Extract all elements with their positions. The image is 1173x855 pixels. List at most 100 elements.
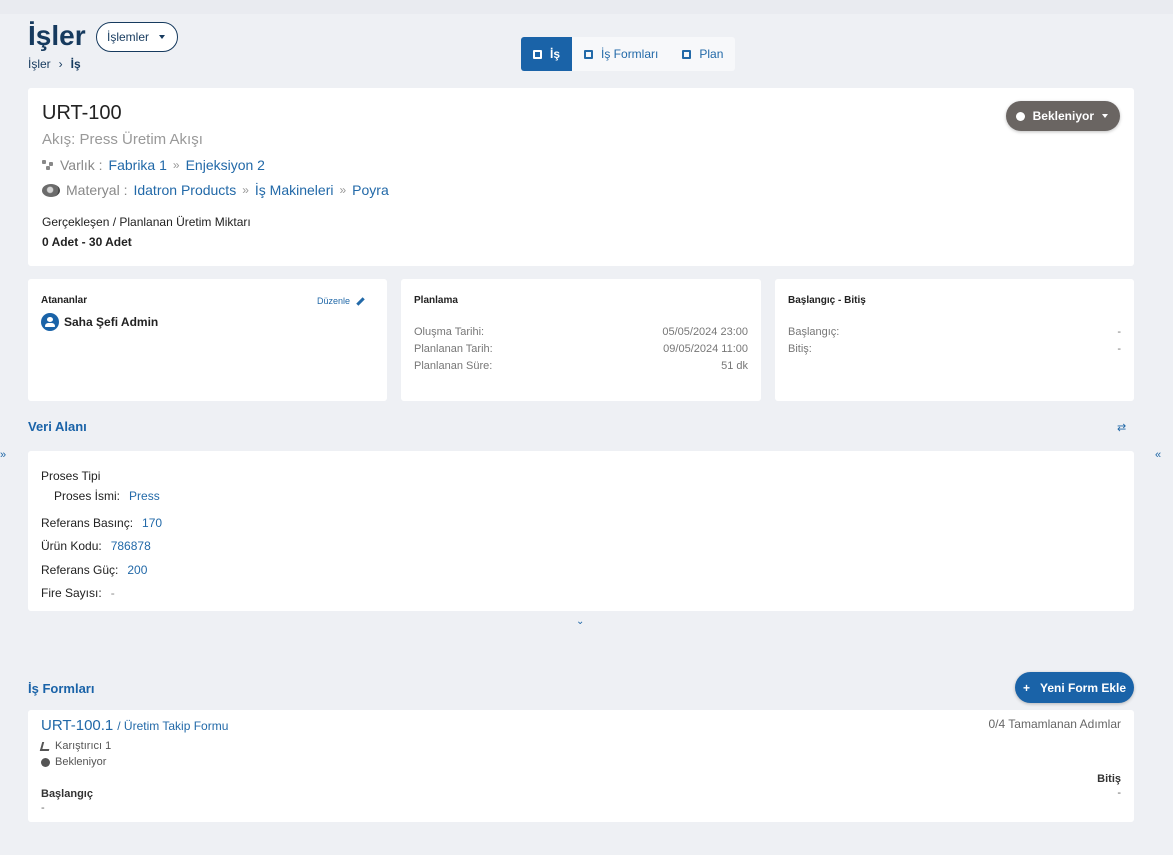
form-status: Bekleniyor xyxy=(55,756,107,768)
form-status-line: Bekleniyor xyxy=(41,756,1121,768)
caret-down-icon xyxy=(1102,114,1108,118)
field-label: Referans Basınç: xyxy=(41,516,134,530)
quantity-value: 0 Adet - 30 Adet xyxy=(42,235,132,249)
field-label: Ürün Kodu: xyxy=(41,539,102,553)
operations-dropdown-button[interactable]: İşlemler xyxy=(96,22,179,52)
start-value: - xyxy=(41,802,45,814)
job-flow: Akış: Press Üretim Akışı xyxy=(42,131,203,148)
row-label: Planlanan Tarih: xyxy=(414,343,493,355)
field-value: 170 xyxy=(142,516,163,530)
start-end-card: Başlangıç - Bitiş Başlangıç: - Bitiş: - xyxy=(775,279,1134,401)
job-code: URT-100 xyxy=(42,102,122,124)
end-value: - xyxy=(1117,787,1121,799)
field-label: Referans Güç: xyxy=(41,563,119,577)
edit-label: Düzenle xyxy=(316,296,350,306)
materyal-link-poyra[interactable]: Poyra xyxy=(352,182,389,198)
page-title: İşler xyxy=(28,20,86,51)
planning-row: Planlanan Tarih: 09/05/2024 11:00 xyxy=(414,341,748,358)
breadcrumb-link-isler[interactable]: İşler xyxy=(28,57,51,71)
assignee-name: Saha Şefi Admin xyxy=(64,315,159,329)
machine-line: Karıştırıcı 1 xyxy=(39,740,1121,752)
status-dropdown-button[interactable]: Bekleniyor xyxy=(1005,101,1120,131)
form-code-link[interactable]: URT-100.1 xyxy=(41,717,113,734)
plus-icon: + xyxy=(1022,680,1030,695)
field-row: Fire Sayısı: - xyxy=(41,586,115,600)
breadcrumb-current: İş xyxy=(70,57,81,71)
new-form-button[interactable]: + Yeni Form Ekle xyxy=(1015,672,1134,703)
collapse-right-icon[interactable]: « xyxy=(1155,449,1161,461)
data-area-title: Veri Alanı xyxy=(28,419,87,434)
forms-title: İş Formları xyxy=(28,681,95,696)
assignee-item: Saha Şefi Admin xyxy=(41,313,374,331)
tab-plan[interactable]: Plan xyxy=(670,37,735,71)
field-label: Proses Tipi xyxy=(41,469,101,483)
machine-name: Karıştırıcı 1 xyxy=(55,740,112,752)
materyal-link-idatron[interactable]: Idatron Products xyxy=(133,182,236,198)
varlik-link-enjeksiyon[interactable]: Enjeksiyon 2 xyxy=(186,157,265,173)
planning-row: Planlanan Süre: 51 dk xyxy=(414,358,748,375)
calendar-icon xyxy=(533,49,542,59)
expand-left-icon[interactable]: » xyxy=(0,449,6,461)
form-header: URT-100.1 / Üretim Takip Formu xyxy=(41,717,1121,734)
status-label: Bekleniyor xyxy=(1032,109,1094,123)
form-card: URT-100.1 / Üretim Takip Formu 0/4 Tamam… xyxy=(28,710,1134,822)
swap-icon[interactable]: ⇄ xyxy=(1117,421,1126,434)
separator: » xyxy=(339,183,347,197)
varlik-line: Varlık : Fabrika 1 » Enjeksiyon 2 xyxy=(42,157,1120,173)
field-row: Referans Güç: 200 xyxy=(41,563,147,577)
planning-rows: Oluşma Tarihi: 05/05/2024 23:00 Planlanan… xyxy=(414,324,748,375)
separator: » xyxy=(172,158,180,172)
tab-label: İş Formları xyxy=(601,47,659,61)
operations-label: İşlemler xyxy=(107,30,150,44)
tab-label: İş xyxy=(550,47,561,61)
row-value: - xyxy=(1117,326,1121,338)
materyal-line: Materyal : Idatron Products » İş Makinel… xyxy=(42,182,1120,198)
start-end-rows: Başlangıç: - Bitiş: - xyxy=(788,324,1121,358)
row-label: Bitiş: xyxy=(788,343,812,355)
varlik-link-fabrika[interactable]: Fabrika 1 xyxy=(109,157,167,173)
tab-label: Plan xyxy=(699,47,724,61)
chevron-right-icon: › xyxy=(58,57,63,71)
start-end-row: Başlangıç: - xyxy=(788,324,1121,341)
row-label: Oluşma Tarihi: xyxy=(414,326,485,338)
field-row: Referans Basınç: 170 xyxy=(41,516,162,530)
top-strip xyxy=(0,0,1173,14)
form-type: / Üretim Takip Formu xyxy=(117,719,229,733)
row-value: 51 dk xyxy=(721,360,748,372)
board-icon xyxy=(682,49,692,59)
field-value: 786878 xyxy=(110,539,151,553)
field-value: 200 xyxy=(127,563,148,577)
hierarchy-icon xyxy=(42,160,54,170)
field-value: - xyxy=(110,586,115,600)
quantity-label: Gerçekleşen / Planlanan Üretim Miktarı xyxy=(42,215,251,229)
chevron-down-icon[interactable]: ⌄ xyxy=(576,616,584,627)
row-label: Başlangıç: xyxy=(788,326,840,338)
assignees-card: Atananlar Düzenle Saha Şefi Admin xyxy=(28,279,387,401)
caret-down-icon xyxy=(159,35,166,39)
planning-card: Planlama Oluşma Tarihi: 05/05/2024 23:00 … xyxy=(401,279,761,401)
tab-is-formlari[interactable]: İş Formları xyxy=(572,37,670,71)
view-tabs: İş İş Formları Plan xyxy=(521,37,736,71)
field-label: Proses İsmi: xyxy=(54,489,121,503)
save-icon xyxy=(584,49,594,59)
breadcrumb: İşler › İş xyxy=(28,57,81,71)
edit-assignees-button[interactable]: Düzenle xyxy=(317,296,365,306)
pencil-icon xyxy=(356,296,365,306)
varlik-label: Varlık : xyxy=(60,157,103,173)
clock-icon xyxy=(41,757,50,767)
tab-is[interactable]: İş xyxy=(521,37,573,71)
field-label: Fire Sayısı: xyxy=(41,586,102,600)
row-label: Planlanan Süre: xyxy=(414,360,493,372)
row-value: 05/05/2024 23:00 xyxy=(662,326,748,338)
end-label: Bitiş xyxy=(1097,773,1121,785)
materyal-link-is-makineleri[interactable]: İş Makineleri xyxy=(255,182,334,198)
start-end-title: Başlangıç - Bitiş xyxy=(788,295,866,306)
materyal-label: Materyal : xyxy=(66,182,128,198)
field-row: Ürün Kodu: 786878 xyxy=(41,539,151,553)
material-icon xyxy=(42,183,60,197)
process-name-row: Proses İsmi: Press xyxy=(54,489,160,503)
new-form-label: Yeni Form Ekle xyxy=(1039,680,1127,695)
planning-row: Oluşma Tarihi: 05/05/2024 23:00 xyxy=(414,324,748,341)
start-label: Başlangıç xyxy=(41,788,93,800)
row-value: 09/05/2024 11:00 xyxy=(663,343,748,355)
